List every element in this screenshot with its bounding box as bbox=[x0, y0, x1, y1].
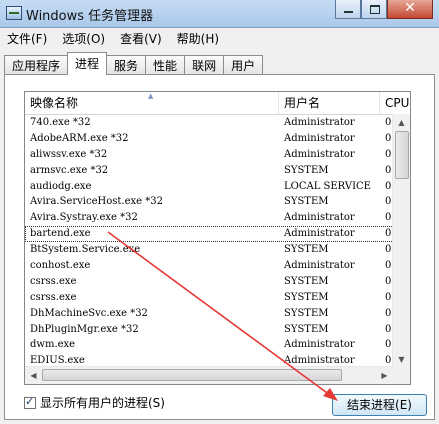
scrollbar-corner bbox=[393, 367, 410, 384]
process-user: Administrator bbox=[284, 228, 355, 240]
process-user: SYSTEM bbox=[284, 244, 329, 256]
process-rows: 740.exe *32Administrator00AdobeARM.exe *… bbox=[25, 115, 410, 369]
table-row[interactable]: Avira.ServiceHost.exe *32SYSTEM01 bbox=[25, 194, 410, 210]
show-all-users-option[interactable]: 显示所有用户的进程(S) bbox=[24, 394, 165, 411]
table-row[interactable]: Avira.Systray.exe *32Administrator00 bbox=[25, 210, 410, 226]
process-name: bartend.exe bbox=[30, 228, 91, 240]
close-icon: ✕ bbox=[404, 0, 416, 16]
sort-ascending-icon: ▲ bbox=[148, 92, 154, 100]
process-name: 740.exe *32 bbox=[30, 117, 91, 128]
table-row[interactable]: BtSystem.Service.exeSYSTEM00 bbox=[25, 242, 410, 258]
tab-services[interactable]: 服务 bbox=[106, 55, 147, 75]
process-name: DhPluginMgr.exe *32 bbox=[30, 323, 139, 335]
process-user: Administrator bbox=[284, 132, 355, 144]
window-controls: ✕ bbox=[335, 0, 433, 19]
process-user: Administrator bbox=[284, 212, 355, 224]
end-process-button[interactable]: 结束进程(E) bbox=[332, 394, 427, 416]
column-cpu[interactable]: CPU bbox=[380, 92, 410, 114]
horizontal-scrollbar[interactable]: ◀ ▶ bbox=[25, 366, 393, 384]
horizontal-scroll-thumb[interactable] bbox=[42, 369, 342, 381]
table-row[interactable]: aliwssv.exe *32Administrator00 bbox=[25, 147, 410, 163]
process-name: audiodg.exe bbox=[30, 180, 92, 192]
process-user: Administrator bbox=[284, 260, 355, 272]
table-row[interactable]: 740.exe *32Administrator00 bbox=[25, 115, 410, 131]
minimize-button[interactable] bbox=[335, 0, 361, 19]
table-row[interactable]: conhost.exeAdministrator00 bbox=[25, 258, 410, 274]
process-name: AdobeARM.exe *32 bbox=[30, 132, 129, 144]
process-name: armsvc.exe *32 bbox=[30, 164, 109, 176]
process-user: LOCAL SERVICE bbox=[284, 180, 371, 192]
process-name: aliwssv.exe *32 bbox=[30, 148, 108, 160]
table-row[interactable]: csrss.exeSYSTEM00 bbox=[25, 290, 410, 306]
tab-users[interactable]: 用户 bbox=[223, 55, 264, 75]
table-row[interactable]: audiodg.exeLOCAL SERVICE00 bbox=[25, 179, 410, 195]
window-title: Windows 任务管理器 bbox=[26, 9, 154, 24]
column-user-name[interactable]: 用户名 bbox=[279, 92, 380, 114]
menu-file[interactable]: 文件(F) bbox=[0, 28, 55, 47]
process-user: SYSTEM bbox=[284, 275, 329, 287]
process-name: csrss.exe bbox=[30, 291, 77, 303]
scroll-left-icon[interactable]: ◀ bbox=[25, 367, 42, 384]
menu-options[interactable]: 选项(O) bbox=[55, 28, 113, 47]
tab-strip: 应用程序 进程 服务 性能 联网 用户 bbox=[4, 52, 264, 75]
menu-help[interactable]: 帮助(H) bbox=[170, 28, 227, 47]
tab-networking[interactable]: 联网 bbox=[184, 55, 225, 75]
process-name: DhMachineSvc.exe *32 bbox=[30, 307, 148, 319]
process-user: SYSTEM bbox=[284, 323, 329, 335]
process-name: conhost.exe bbox=[30, 260, 91, 272]
process-user: Administrator bbox=[284, 339, 355, 351]
menu-bar: 文件(F) 选项(O) 查看(V) 帮助(H) bbox=[0, 28, 439, 47]
tab-processes[interactable]: 进程 bbox=[67, 52, 108, 75]
process-user: Administrator bbox=[284, 148, 355, 160]
process-user: SYSTEM bbox=[284, 291, 329, 303]
process-name: Avira.Systray.exe *32 bbox=[30, 212, 138, 224]
process-user: Administrator bbox=[284, 117, 355, 128]
process-user: SYSTEM bbox=[284, 196, 329, 208]
show-all-users-label: 显示所有用户的进程(S) bbox=[40, 396, 165, 410]
tab-performance[interactable]: 性能 bbox=[145, 55, 186, 75]
column-image-name[interactable]: 映像名称 ▲ bbox=[25, 92, 279, 114]
table-row[interactable]: dwm.exeAdministrator02 bbox=[25, 337, 410, 353]
table-row[interactable]: bartend.exeAdministrator00 bbox=[25, 226, 410, 243]
task-manager-icon bbox=[6, 6, 22, 20]
tab-applications[interactable]: 应用程序 bbox=[4, 55, 69, 75]
list-header: 映像名称 ▲ 用户名 CPU bbox=[25, 92, 410, 115]
show-all-users-checkbox[interactable] bbox=[24, 395, 36, 409]
table-row[interactable]: AdobeARM.exe *32Administrator00 bbox=[25, 131, 410, 147]
menu-view[interactable]: 查看(V) bbox=[113, 28, 170, 47]
scroll-up-icon[interactable]: ▲ bbox=[393, 114, 410, 131]
process-list[interactable]: 映像名称 ▲ 用户名 CPU 740.exe *32Administrator0… bbox=[24, 91, 411, 385]
maximize-button[interactable] bbox=[361, 0, 387, 19]
close-button[interactable]: ✕ bbox=[387, 0, 433, 19]
table-row[interactable]: csrss.exeSYSTEM00 bbox=[25, 274, 410, 290]
table-row[interactable]: DhPluginMgr.exe *32SYSTEM00 bbox=[25, 322, 410, 338]
process-user: SYSTEM bbox=[284, 164, 329, 176]
vertical-scrollbar[interactable]: ▲ ▼ bbox=[392, 114, 410, 368]
scroll-right-icon[interactable]: ▶ bbox=[376, 367, 393, 384]
vertical-scroll-thumb[interactable] bbox=[395, 131, 409, 179]
column-image-name-label: 映像名称 bbox=[30, 96, 79, 110]
process-user: SYSTEM bbox=[284, 307, 329, 319]
process-name: BtSystem.Service.exe bbox=[30, 244, 141, 256]
scroll-down-icon[interactable]: ▼ bbox=[393, 351, 410, 368]
table-row[interactable]: armsvc.exe *32SYSTEM00 bbox=[25, 163, 410, 179]
title-bar[interactable]: Windows 任务管理器 ✕ bbox=[0, 0, 439, 28]
process-name: Avira.ServiceHost.exe *32 bbox=[30, 196, 163, 208]
process-name: dwm.exe bbox=[30, 339, 76, 351]
table-row[interactable]: DhMachineSvc.exe *32SYSTEM00 bbox=[25, 306, 410, 322]
process-name: csrss.exe bbox=[30, 275, 77, 287]
